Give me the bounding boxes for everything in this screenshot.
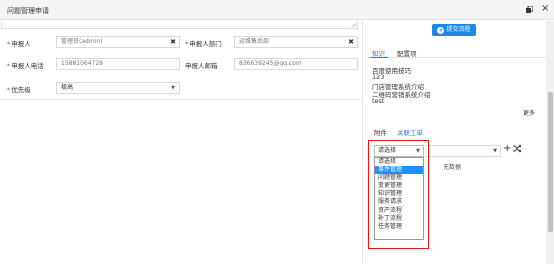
resize-grip-icon[interactable]: [350, 21, 356, 27]
applicant-field[interactable]: 管理员(admin) ✖: [56, 36, 180, 48]
applicant-label: *申报人: [7, 40, 31, 48]
clear-icon[interactable]: ✖: [348, 37, 354, 47]
plus-icon: +: [437, 27, 445, 34]
no-data-text: 无数据: [443, 164, 462, 171]
priority-value: 极高: [61, 84, 74, 91]
priority-select[interactable]: 极高 ▼: [56, 82, 180, 94]
tab-related-tickets[interactable]: 关联工单: [397, 127, 423, 137]
email-label: 申报人邮箱: [185, 62, 218, 70]
phone-label: *申报人电话: [7, 62, 44, 70]
clear-icon[interactable]: ✖: [170, 37, 176, 47]
tab-separator: [368, 57, 546, 58]
knowledge-item[interactable]: 123: [372, 73, 384, 81]
dept-field[interactable]: 运维售后部 ✖: [234, 36, 358, 48]
email-field[interactable]: 836639245@qq.com: [234, 58, 358, 70]
more-link[interactable]: 更多: [523, 108, 535, 117]
applicant-value: 管理员(admin): [61, 38, 103, 45]
dept-label: *申报人部门: [185, 40, 222, 48]
phone-value: 15881064729: [61, 60, 103, 67]
chevron-down-icon: ▼: [493, 148, 497, 154]
phone-field[interactable]: 15881064729: [56, 58, 180, 70]
ticket-select[interactable]: ▼: [425, 145, 501, 157]
dept-value: 运维售后部: [239, 38, 270, 45]
plus-icon[interactable]: +: [503, 143, 511, 155]
restore-icon[interactable]: [526, 6, 533, 13]
annotation-highlight-box: [368, 140, 429, 249]
tab-active-indicator: [370, 57, 388, 58]
knowledge-item[interactable]: test: [372, 97, 384, 105]
tab-attachment[interactable]: 附件: [374, 127, 387, 137]
panel-divider: [362, 21, 363, 264]
shuffle-icon[interactable]: [513, 144, 521, 153]
chevron-down-icon: ▼: [171, 85, 175, 91]
close-icon[interactable]: ×: [541, 3, 549, 15]
email-value: 836639245@qq.com: [239, 60, 302, 67]
window-titlebar: 问题管理申请 ×: [0, 0, 554, 20]
window-title: 问题管理申请: [7, 7, 49, 15]
description-textarea[interactable]: [1, 21, 358, 29]
submit-process-button[interactable]: + 提交流程: [432, 24, 476, 36]
priority-label: *优先级: [7, 86, 31, 94]
scrollbar-thumb[interactable]: [548, 92, 553, 232]
